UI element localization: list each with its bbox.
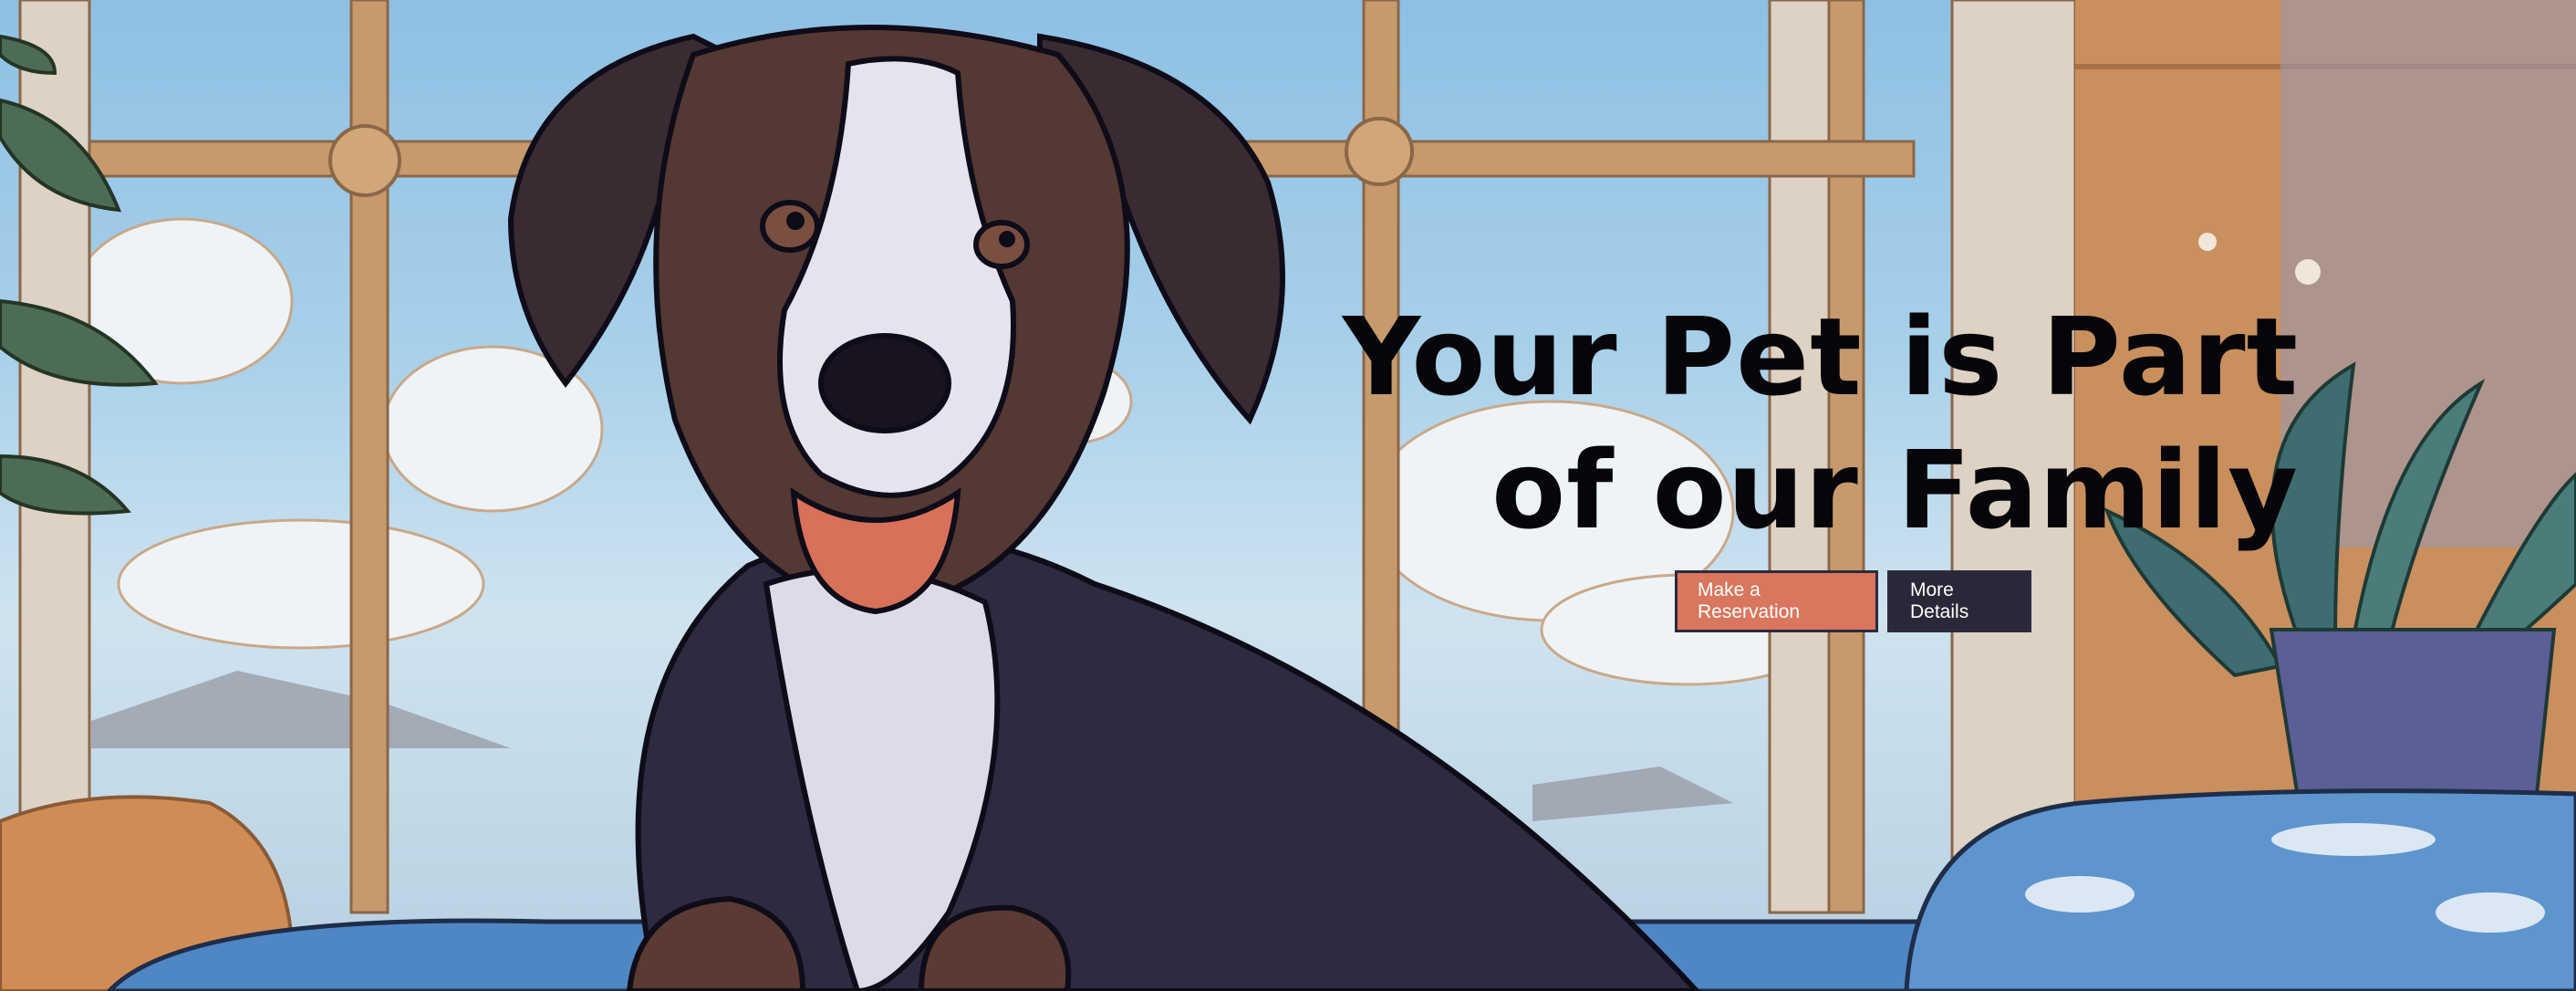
make-reservation-button[interactable]: Make a Reservation bbox=[1675, 570, 1878, 632]
more-details-button[interactable]: More Details bbox=[1887, 570, 2031, 632]
hero-headline: Your Pet is Part of our Family bbox=[1295, 290, 2299, 557]
dog-nose bbox=[818, 333, 951, 433]
blanket bbox=[1904, 788, 2576, 991]
hero-section: Your Pet is Part of our Family Make a Re… bbox=[0, 0, 2576, 991]
hero-headline-line-2: of our Family bbox=[1491, 427, 2299, 553]
hero-headline-line-1: Your Pet is Part bbox=[1342, 294, 2299, 420]
hero-cta-row: Make a Reservation More Details bbox=[1675, 570, 2031, 632]
hero-headline-container: Your Pet is Part of our Family bbox=[1295, 290, 2299, 557]
